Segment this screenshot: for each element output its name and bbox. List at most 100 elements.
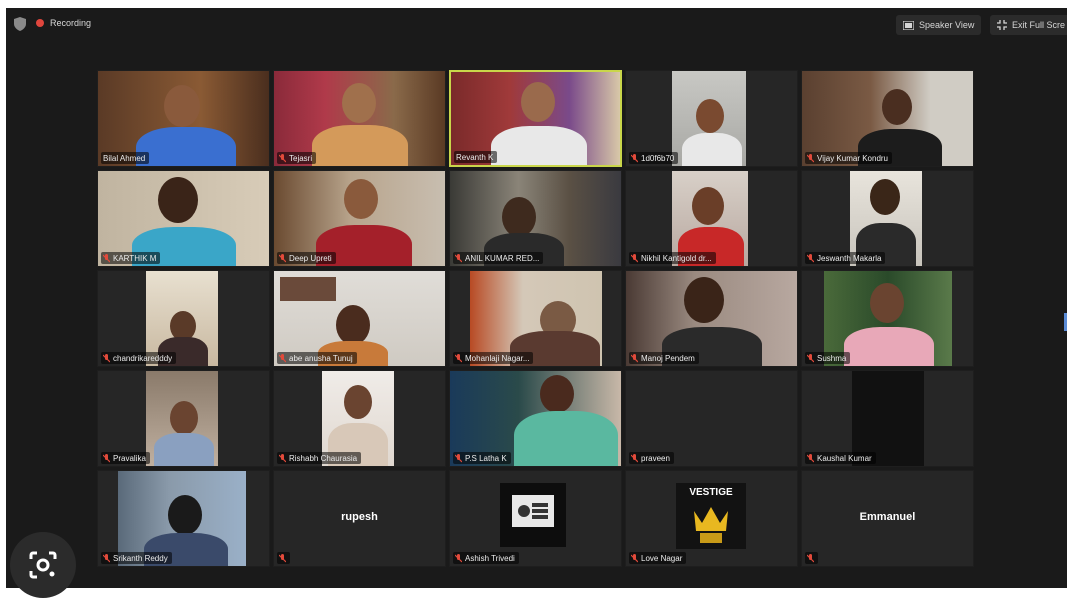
muted-mic-icon <box>807 253 814 262</box>
muted-mic-icon <box>455 253 462 262</box>
participant-tile[interactable]: KARTHIK M <box>97 170 270 267</box>
participant-tile[interactable]: Srikanth Reddy <box>97 470 270 567</box>
participant-tile[interactable]: abe anusha Tunuj <box>273 270 446 367</box>
participant-name: Vijay Kumar Kondru <box>817 153 888 163</box>
exit-full-screen-button[interactable]: Exit Full Scre <box>990 15 1067 35</box>
participant-tile[interactable]: Sushma <box>801 270 974 367</box>
muted-mic-icon <box>279 153 286 162</box>
participant-tile[interactable]: rupesh <box>273 470 446 567</box>
participant-name-tag: Kaushal Kumar <box>805 452 876 464</box>
participant-center-name: rupesh <box>341 511 378 523</box>
participant-name-tag <box>805 552 818 564</box>
muted-mic-icon <box>103 553 110 562</box>
participant-name: Manoj Pendem <box>641 353 695 363</box>
logo-avatar-icon <box>512 495 554 527</box>
exit-fullscreen-icon <box>997 20 1007 30</box>
participant-tile[interactable]: Rishabh Chaurasia <box>273 370 446 467</box>
participant-name-tag: chandrikaredddy <box>101 352 177 364</box>
muted-mic-icon <box>279 453 286 462</box>
participant-tile[interactable]: 1d0f6b70 <box>625 70 798 167</box>
muted-mic-icon <box>103 353 110 362</box>
participant-name-tag: Deep Upreti <box>277 252 336 264</box>
zoom-meeting-window: Recording Speaker View Exit Full Scre Bi… <box>6 8 1067 588</box>
participant-name-tag: Ashish Trivedi <box>453 552 519 564</box>
shield-icon[interactable] <box>14 17 26 31</box>
meeting-top-bar: Recording Speaker View Exit Full Scre <box>6 8 1067 42</box>
participant-center-name: Emmanuel <box>859 511 916 523</box>
recording-dot-icon <box>36 19 44 27</box>
lens-camera-icon <box>29 551 57 579</box>
participant-name: Tejasri <box>289 153 313 163</box>
muted-mic-icon <box>103 253 110 262</box>
participant-tile[interactable]: chandrikaredddy <box>97 270 270 367</box>
muted-mic-icon <box>807 453 814 462</box>
muted-mic-icon <box>455 353 462 362</box>
participant-tile[interactable]: P.S Latha K <box>449 370 622 467</box>
participant-name: Srikanth Reddy <box>113 553 168 563</box>
participant-tile[interactable]: Vijay Kumar Kondru <box>801 70 974 167</box>
participant-tile[interactable]: Ashish Trivedi <box>449 470 622 567</box>
exit-full-screen-label: Exit Full Scre <box>1012 20 1066 30</box>
participant-name: KARTHIK M <box>113 253 157 263</box>
participant-name-tag: ANIL KUMAR RED... <box>453 252 544 264</box>
participant-tile[interactable]: Tejasri <box>273 70 446 167</box>
participant-name-tag: Mohanlaji Nagar... <box>453 352 534 364</box>
gallery-grid: Bilal Ahmed Tejasri Revanth K 1d0f6b70 V… <box>97 70 974 567</box>
muted-mic-icon <box>807 553 814 562</box>
recording-label: Recording <box>50 18 92 28</box>
participant-tile[interactable]: Deep Upreti <box>273 170 446 267</box>
participant-name-tag: P.S Latha K <box>453 452 511 464</box>
participant-name-tag: Pravalika <box>101 452 150 464</box>
participant-name-tag: Bilal Ahmed <box>101 152 150 164</box>
participant-name: Love Nagar <box>641 553 683 563</box>
participant-tile-active-speaker[interactable]: Revanth K <box>449 70 622 167</box>
speaker-view-button[interactable]: Speaker View <box>896 15 982 35</box>
participant-name: abe anusha Tunuj <box>289 353 353 363</box>
participant-name-tag: 1d0f6b70 <box>629 152 679 164</box>
participant-name: Kaushal Kumar <box>817 453 872 463</box>
participant-tile[interactable]: Mohanlaji Nagar... <box>449 270 622 367</box>
participant-name-tag: Sushma <box>805 352 851 364</box>
participant-tile[interactable]: Pravalika <box>97 370 270 467</box>
participant-name: Pravalika <box>113 453 146 463</box>
participant-tile[interactable]: ANIL KUMAR RED... <box>449 170 622 267</box>
participant-name: praveen <box>641 453 670 463</box>
participant-tile[interactable]: VESTIGE Love Nagar <box>625 470 798 567</box>
avatar-logo-text: VESTIGE <box>689 487 733 498</box>
participant-name: Mohanlaji Nagar... <box>465 353 530 363</box>
participant-name-tag: Srikanth Reddy <box>101 552 172 564</box>
image-search-button[interactable] <box>10 532 76 598</box>
recording-indicator[interactable]: Recording <box>36 18 91 28</box>
participant-name: P.S Latha K <box>465 453 507 463</box>
muted-mic-icon <box>455 553 462 562</box>
muted-mic-icon <box>279 253 286 262</box>
participant-name-tag: Love Nagar <box>629 552 687 564</box>
participant-tile[interactable]: Manoj Pendem <box>625 270 798 367</box>
participant-name: Bilal Ahmed <box>103 153 146 163</box>
participant-name: Jeswanth Makarla <box>817 253 882 263</box>
muted-mic-icon <box>631 453 638 462</box>
participant-name: Ashish Trivedi <box>465 553 515 563</box>
participant-tile[interactable]: Emmanuel <box>801 470 974 567</box>
participant-name-tag <box>277 552 290 564</box>
participant-name: Rishabh Chaurasia <box>289 453 358 463</box>
participant-name: Deep Upreti <box>289 253 332 263</box>
muted-mic-icon <box>279 553 286 562</box>
participant-avatar <box>500 483 566 547</box>
muted-mic-icon <box>103 453 110 462</box>
crown-logo-icon <box>694 507 728 543</box>
participant-name: Sushma <box>817 353 847 363</box>
participant-tile[interactable]: Kaushal Kumar <box>801 370 974 467</box>
participant-name: Revanth K <box>456 152 494 162</box>
participant-avatar: VESTIGE <box>676 483 746 549</box>
muted-mic-icon <box>631 253 638 262</box>
participant-tile[interactable]: Bilal Ahmed <box>97 70 270 167</box>
participant-tile[interactable]: Jeswanth Makarla <box>801 170 974 267</box>
participant-name: ANIL KUMAR RED... <box>465 253 540 263</box>
muted-mic-icon <box>631 353 638 362</box>
participant-name-tag: KARTHIK M <box>101 252 161 264</box>
participant-name-tag: Manoj Pendem <box>629 352 699 364</box>
participant-tile[interactable]: Nikhil Kantigold dr... <box>625 170 798 267</box>
participant-tile[interactable]: praveen <box>625 370 798 467</box>
participant-name-tag: Jeswanth Makarla <box>805 252 886 264</box>
